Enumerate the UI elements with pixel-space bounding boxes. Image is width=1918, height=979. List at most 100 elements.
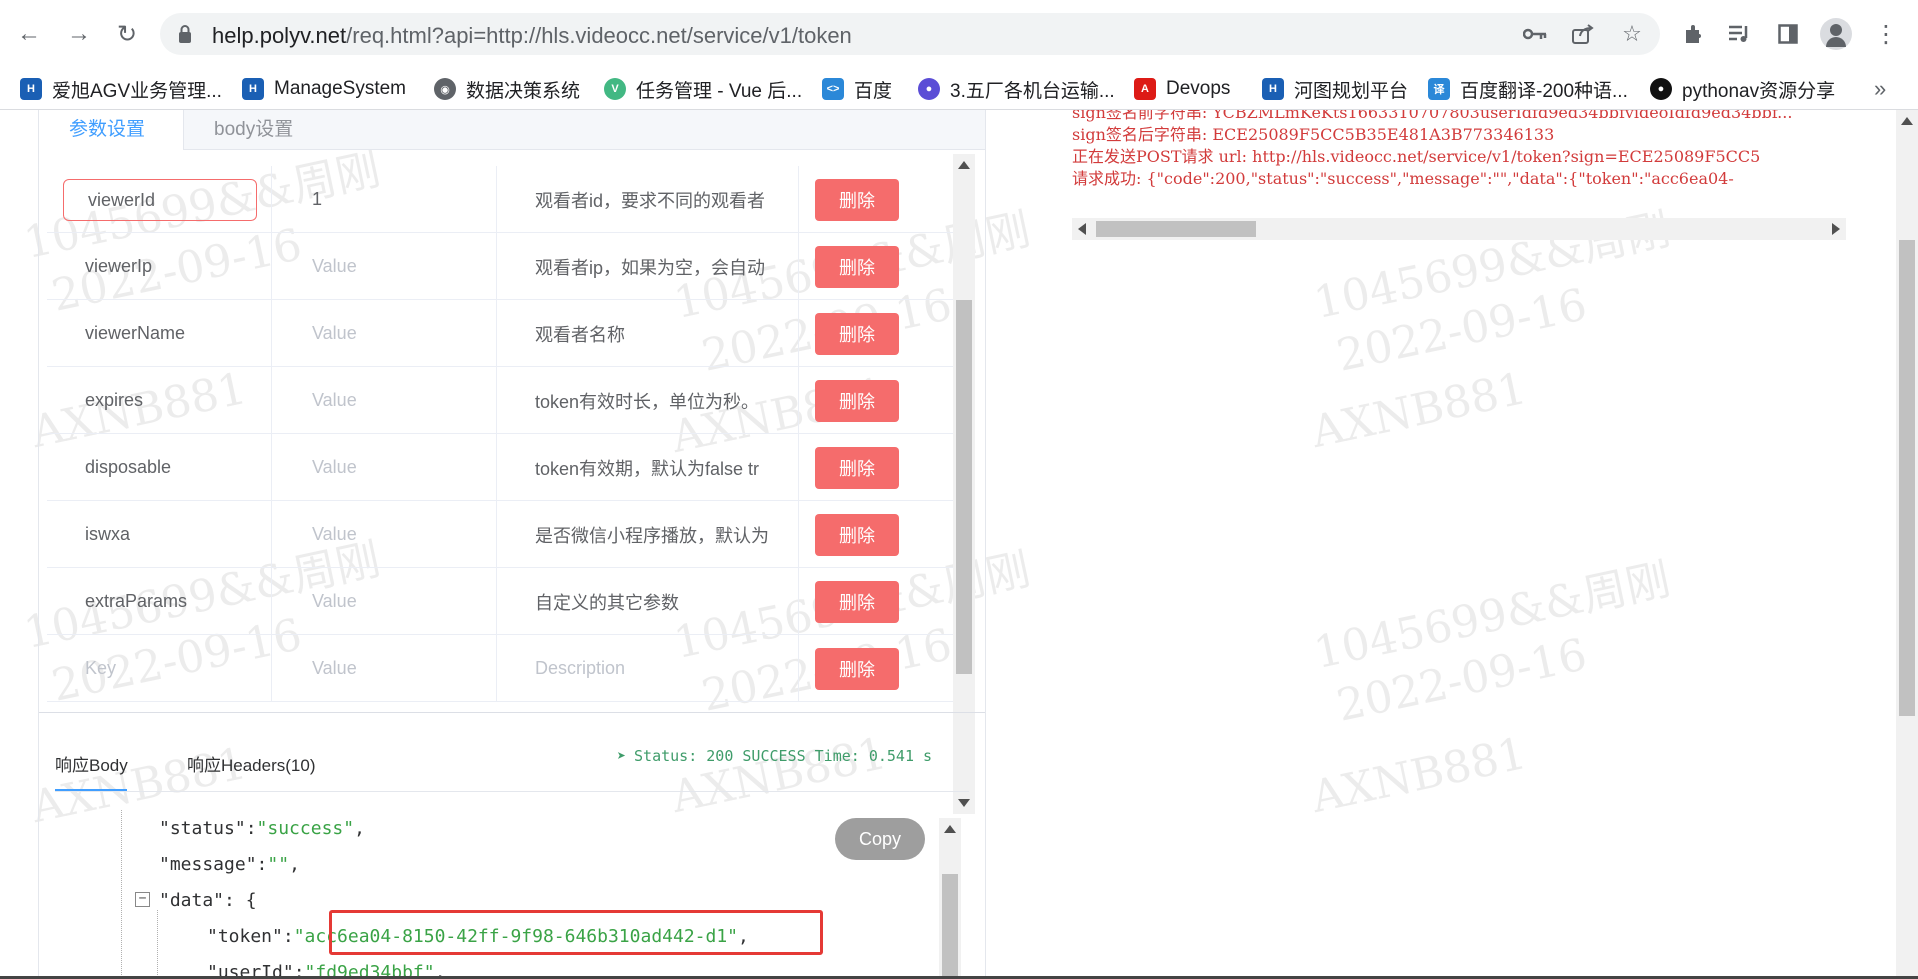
param-desc[interactable]: token有效时长，单位为秒。 (535, 388, 759, 414)
param-value-cell[interactable]: Value (272, 635, 497, 702)
bookmark-0[interactable]: H 爱旭AGV业务管理... (20, 68, 222, 110)
extensions-icon[interactable] (1678, 18, 1710, 50)
scrollbar-thumb[interactable] (956, 300, 972, 674)
bookmark-3[interactable]: V 任务管理 - Vue 后... (604, 68, 802, 110)
param-value-cell[interactable]: Value (272, 568, 497, 635)
bookmark-7[interactable]: H 河图规划平台 (1262, 68, 1408, 110)
tab-params[interactable]: 参数设置 (39, 110, 184, 150)
param-key[interactable]: iswxa (85, 524, 130, 545)
param-desc[interactable]: 观看者名称 (535, 321, 625, 347)
param-value[interactable]: Value (312, 457, 357, 478)
collapse-icon[interactable]: − (135, 892, 150, 907)
param-value[interactable]: Value (312, 524, 357, 545)
param-desc-cell[interactable]: Description (497, 635, 799, 702)
delete-button[interactable]: 删除 (815, 446, 899, 489)
back-icon[interactable]: ← (12, 17, 46, 51)
log-horizontal-scrollbar[interactable] (1072, 218, 1846, 240)
code-scrollbar[interactable] (939, 818, 961, 979)
param-value[interactable]: Value (312, 591, 357, 612)
param-desc-cell[interactable]: 观看者名称 (497, 300, 799, 367)
bookmark-9[interactable]: ● pythonav资源分享 (1650, 68, 1835, 110)
param-value[interactable]: Value (312, 390, 357, 411)
bookmark-6[interactable]: A Devops (1134, 68, 1230, 110)
bookmark-5[interactable]: ● 3.五厂各机台运输... (918, 68, 1115, 110)
param-key-placeholder[interactable]: Key (85, 658, 116, 679)
scroll-down-icon[interactable] (958, 799, 970, 807)
param-desc[interactable]: 观看者ip，如果为空，会自动 (535, 254, 765, 280)
param-value-cell[interactable]: Value (272, 434, 497, 501)
scrollbar-thumb[interactable] (1096, 221, 1256, 237)
bookmark-2[interactable]: ◉ 数据决策系统 (434, 68, 580, 110)
param-desc[interactable]: token有效期，默认为false tr (535, 455, 759, 481)
json-line-data: "data": { (159, 890, 257, 911)
delete-button[interactable]: 删除 (815, 647, 899, 690)
page-scrollbar[interactable] (1896, 110, 1918, 979)
tab-body[interactable]: body设置 (214, 114, 293, 141)
bookmarks-more-icon[interactable]: » (1874, 76, 1886, 102)
param-value[interactable]: 1 (312, 189, 322, 210)
scroll-up-icon[interactable] (944, 825, 956, 833)
reload-icon[interactable]: ↻ (110, 17, 144, 51)
scroll-right-icon[interactable] (1832, 223, 1840, 235)
param-desc-cell[interactable]: 是否微信小程序播放，默认为 (497, 501, 799, 568)
delete-button[interactable]: 删除 (815, 513, 899, 556)
param-desc[interactable]: 自定义的其它参数 (535, 589, 679, 615)
param-value-cell[interactable]: Value (272, 501, 497, 568)
star-icon[interactable]: ☆ (1619, 21, 1645, 47)
param-value-cell[interactable]: 1 (272, 166, 497, 233)
scrollbar-thumb[interactable] (942, 874, 958, 979)
param-key-cell[interactable]: Key (47, 635, 272, 702)
param-desc-placeholder[interactable]: Description (535, 658, 625, 679)
param-key[interactable]: viewerIp (85, 256, 152, 277)
param-key[interactable]: expires (85, 390, 143, 411)
param-value[interactable]: Value (312, 323, 357, 344)
tab-response-body[interactable]: 响应Body (55, 751, 128, 776)
param-key[interactable]: extraParams (85, 591, 187, 612)
profile-avatar[interactable] (1820, 18, 1852, 50)
scroll-left-icon[interactable] (1078, 223, 1086, 235)
param-desc-cell[interactable]: 观看者id，要求不同的观看者 (497, 166, 799, 233)
delete-button[interactable]: 删除 (815, 245, 899, 288)
url-text[interactable]: help.polyv.net/req.html?api=http://hls.v… (212, 23, 852, 49)
param-key-cell: viewerId (47, 166, 272, 233)
param-desc[interactable]: 是否微信小程序播放，默认为 (535, 522, 769, 548)
delete-button[interactable]: 删除 (815, 580, 899, 623)
copy-button[interactable]: Copy (835, 818, 925, 860)
scroll-up-icon[interactable] (1901, 117, 1913, 125)
indent-guide (157, 910, 158, 979)
param-value-placeholder[interactable]: Value (312, 658, 357, 679)
param-value-cell[interactable]: Value (272, 233, 497, 300)
address-bar[interactable]: help.polyv.net/req.html?api=http://hls.v… (160, 13, 1660, 55)
bookmark-4[interactable]: <> 百度 (822, 68, 892, 110)
key-icon[interactable] (1522, 21, 1548, 47)
param-key[interactable]: disposable (85, 457, 171, 478)
forward-icon[interactable]: → (62, 17, 96, 51)
param-value-cell[interactable]: Value (272, 367, 497, 434)
param-key-input[interactable]: viewerId (63, 179, 257, 221)
delete-button[interactable]: 删除 (815, 178, 899, 221)
param-value[interactable]: Value (312, 256, 357, 277)
delete-button[interactable]: 删除 (815, 312, 899, 355)
bookmark-1[interactable]: H ManageSystem (242, 68, 406, 110)
sidepanel-icon[interactable] (1772, 18, 1804, 50)
param-desc-cell[interactable]: token有效期，默认为false tr (497, 434, 799, 501)
param-desc-cell[interactable]: 观看者ip，如果为空，会自动 (497, 233, 799, 300)
media-icon[interactable] (1724, 18, 1756, 50)
param-desc-cell[interactable]: token有效时长，单位为秒。 (497, 367, 799, 434)
tab-response-headers[interactable]: 响应Headers(10) (187, 751, 316, 776)
param-desc[interactable]: 观看者id，要求不同的观看者 (535, 187, 765, 213)
send-icon: ➤ (617, 747, 627, 765)
param-key[interactable]: viewerName (85, 323, 185, 344)
menu-dots-icon[interactable]: ⋮ (1870, 18, 1902, 50)
bookmark-8[interactable]: 译百度翻译-200种语... (1428, 68, 1628, 110)
param-value-cell[interactable]: Value (272, 300, 497, 367)
delete-button[interactable]: 删除 (815, 379, 899, 422)
param-key-cell: extraParams (47, 568, 272, 635)
share-icon[interactable] (1570, 21, 1596, 47)
table-row: Key Value Description 删除 (47, 635, 953, 702)
param-desc-cell[interactable]: 自定义的其它参数 (497, 568, 799, 635)
param-action-cell: 删除 (799, 501, 953, 568)
scrollbar-thumb[interactable] (1899, 240, 1915, 716)
table-row: iswxa Value 是否微信小程序播放，默认为 删除 (47, 501, 953, 568)
scroll-up-icon[interactable] (958, 161, 970, 169)
